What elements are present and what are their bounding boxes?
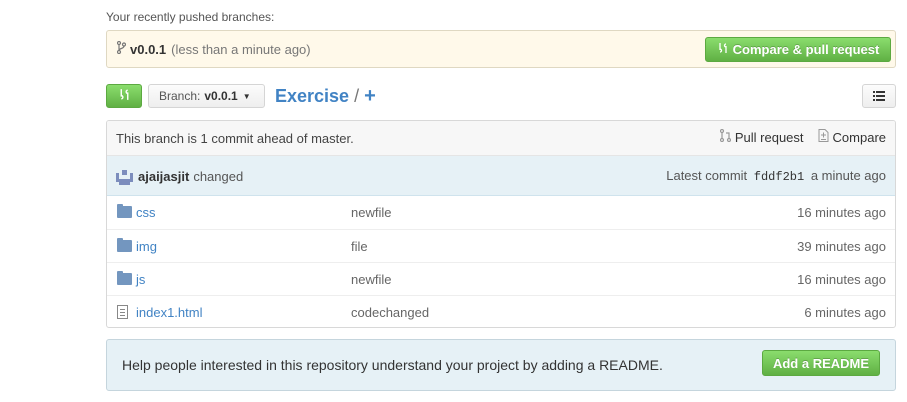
table-row: img file 39 minutes ago bbox=[107, 229, 895, 262]
file-diff-icon bbox=[818, 129, 829, 145]
new-pull-request-button[interactable] bbox=[106, 84, 142, 108]
pull-request-link[interactable]: Pull request bbox=[719, 128, 804, 145]
file-commit-message[interactable]: codechanged bbox=[351, 305, 429, 320]
compare-label: Compare bbox=[832, 129, 886, 145]
repo-name-link[interactable]: Exercise bbox=[275, 86, 349, 107]
folder-icon bbox=[117, 204, 132, 218]
file-name-link[interactable]: css bbox=[136, 205, 156, 220]
folder-icon bbox=[117, 238, 132, 252]
commit-sha-link[interactable]: fddf2b1 bbox=[754, 170, 804, 184]
latest-commit-bar: ajaijasjit changed Latest commit fddf2b1… bbox=[107, 156, 895, 196]
file-age: 39 minutes ago bbox=[797, 239, 886, 254]
add-file-button[interactable]: + bbox=[364, 85, 376, 108]
file-commit-message[interactable]: newfile bbox=[351, 205, 391, 220]
file-age: 16 minutes ago bbox=[797, 272, 886, 287]
file-table: This branch is 1 commit ahead of master.… bbox=[106, 120, 896, 328]
commit-message[interactable]: changed bbox=[193, 169, 243, 184]
git-branch-icon bbox=[116, 40, 127, 57]
recent-branch-name[interactable]: v0.0.1 bbox=[130, 42, 166, 57]
file-commit-message[interactable]: newfile bbox=[351, 272, 391, 287]
git-compare-icon bbox=[118, 88, 131, 104]
file-commit-message[interactable]: file bbox=[351, 239, 368, 254]
file-age: 16 minutes ago bbox=[797, 205, 886, 220]
branch-status-bar: This branch is 1 commit ahead of master.… bbox=[107, 121, 895, 156]
file-name-link[interactable]: index1.html bbox=[136, 305, 202, 320]
latest-commit-info: Latest commit fddf2b1 a minute ago bbox=[666, 168, 886, 184]
table-row: css newfile 16 minutes ago bbox=[107, 196, 895, 229]
branch-actions: Pull request Compare bbox=[706, 128, 886, 145]
commit-time: a minute ago bbox=[810, 168, 886, 183]
compare-link[interactable]: Compare bbox=[818, 129, 886, 145]
caret-down-icon: ▼ bbox=[242, 91, 251, 101]
pull-request-label: Pull request bbox=[734, 129, 804, 145]
branch-select[interactable]: Branch: v0.0.1 ▼ bbox=[148, 84, 265, 108]
folder-icon bbox=[117, 271, 132, 285]
list-icon bbox=[873, 89, 885, 104]
file-age: 6 minutes ago bbox=[804, 305, 886, 320]
recent-branches-label: Your recently pushed branches: bbox=[106, 10, 275, 24]
compare-pull-request-label: Compare & pull request bbox=[732, 42, 880, 57]
branch-select-value: v0.0.1 bbox=[204, 89, 238, 103]
add-readme-button[interactable]: Add a README bbox=[762, 350, 880, 376]
latest-commit-label: Latest commit bbox=[666, 168, 748, 183]
branch-ahead-message: This branch is 1 commit ahead of master. bbox=[116, 131, 354, 146]
file-name-link[interactable]: js bbox=[136, 272, 145, 287]
branch-select-label: Branch: bbox=[159, 89, 201, 103]
commit-author-name[interactable]: ajaijasjit bbox=[138, 169, 189, 184]
add-readme-label: Add a README bbox=[772, 355, 870, 371]
git-compare-icon bbox=[717, 42, 729, 57]
recent-branch-info: v0.0.1 (less than a minute ago) bbox=[116, 40, 311, 57]
breadcrumb-separator: / bbox=[354, 86, 360, 106]
table-row: index1.html codechanged 6 minutes ago bbox=[107, 295, 895, 327]
breadcrumb: Exercise / + bbox=[275, 85, 376, 108]
file-list-toggle-button[interactable] bbox=[862, 84, 896, 108]
table-row: js newfile 16 minutes ago bbox=[107, 262, 895, 295]
readme-message: Help people interested in this repositor… bbox=[122, 357, 663, 373]
git-pull-request-icon bbox=[719, 128, 731, 145]
readme-prompt: Help people interested in this repositor… bbox=[106, 339, 896, 391]
compare-pull-request-button[interactable]: Compare & pull request bbox=[705, 37, 891, 62]
file-name-link[interactable]: img bbox=[136, 239, 157, 254]
avatar[interactable] bbox=[116, 168, 133, 185]
commit-author: ajaijasjit changed bbox=[116, 168, 243, 185]
recent-branch-notice: v0.0.1 (less than a minute ago) Compare … bbox=[106, 30, 896, 68]
recent-branch-time: (less than a minute ago) bbox=[171, 41, 311, 57]
file-icon bbox=[117, 305, 128, 319]
